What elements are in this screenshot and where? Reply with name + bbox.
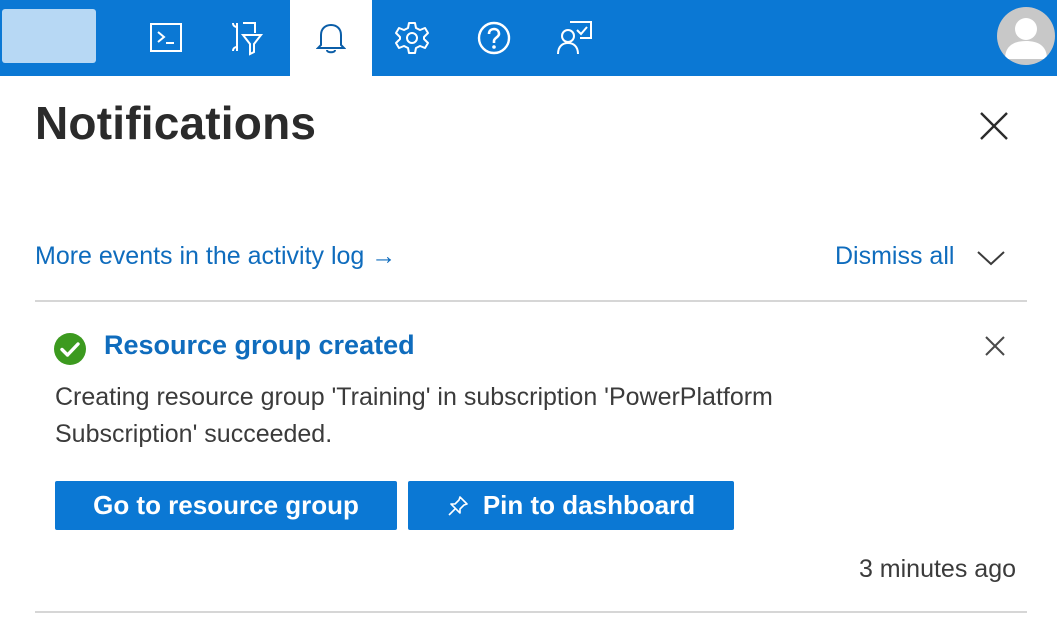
divider (35, 300, 1027, 302)
notification-title[interactable]: Resource group created (104, 330, 415, 361)
search-box[interactable] (2, 9, 96, 63)
help-question-icon[interactable] (459, 0, 529, 76)
panel-title: Notifications (35, 97, 317, 149)
pin-to-dashboard-label: Pin to dashboard (482, 490, 696, 520)
directory-filter-icon[interactable] (212, 0, 282, 76)
cloud-shell-icon[interactable] (131, 0, 201, 76)
pin-icon (448, 495, 468, 516)
close-panel-icon[interactable] (976, 108, 1012, 144)
success-check-icon (54, 333, 86, 365)
pin-to-dashboard-button[interactable]: Pin to dashboard (408, 481, 734, 530)
feedback-icon[interactable] (540, 0, 610, 76)
divider (35, 611, 1027, 613)
dismiss-all-button[interactable]: Dismiss all (835, 242, 954, 271)
activity-log-link[interactable]: More events in the activity log → (35, 242, 396, 271)
go-to-resource-group-button[interactable]: Go to resource group (55, 481, 397, 530)
notification-card: Resource group created Creating resource… (35, 303, 1027, 611)
notification-timestamp: 3 minutes ago (858, 555, 1016, 583)
notification-message: Creating resource group 'Training' in su… (55, 383, 773, 448)
chevron-down-icon[interactable] (975, 244, 1007, 272)
close-notification-icon[interactable] (982, 333, 1008, 359)
settings-gear-icon[interactable] (377, 0, 447, 76)
top-nav-bar (0, 0, 1057, 76)
notifications-bell-icon[interactable] (290, 0, 372, 76)
user-avatar[interactable] (997, 7, 1055, 65)
